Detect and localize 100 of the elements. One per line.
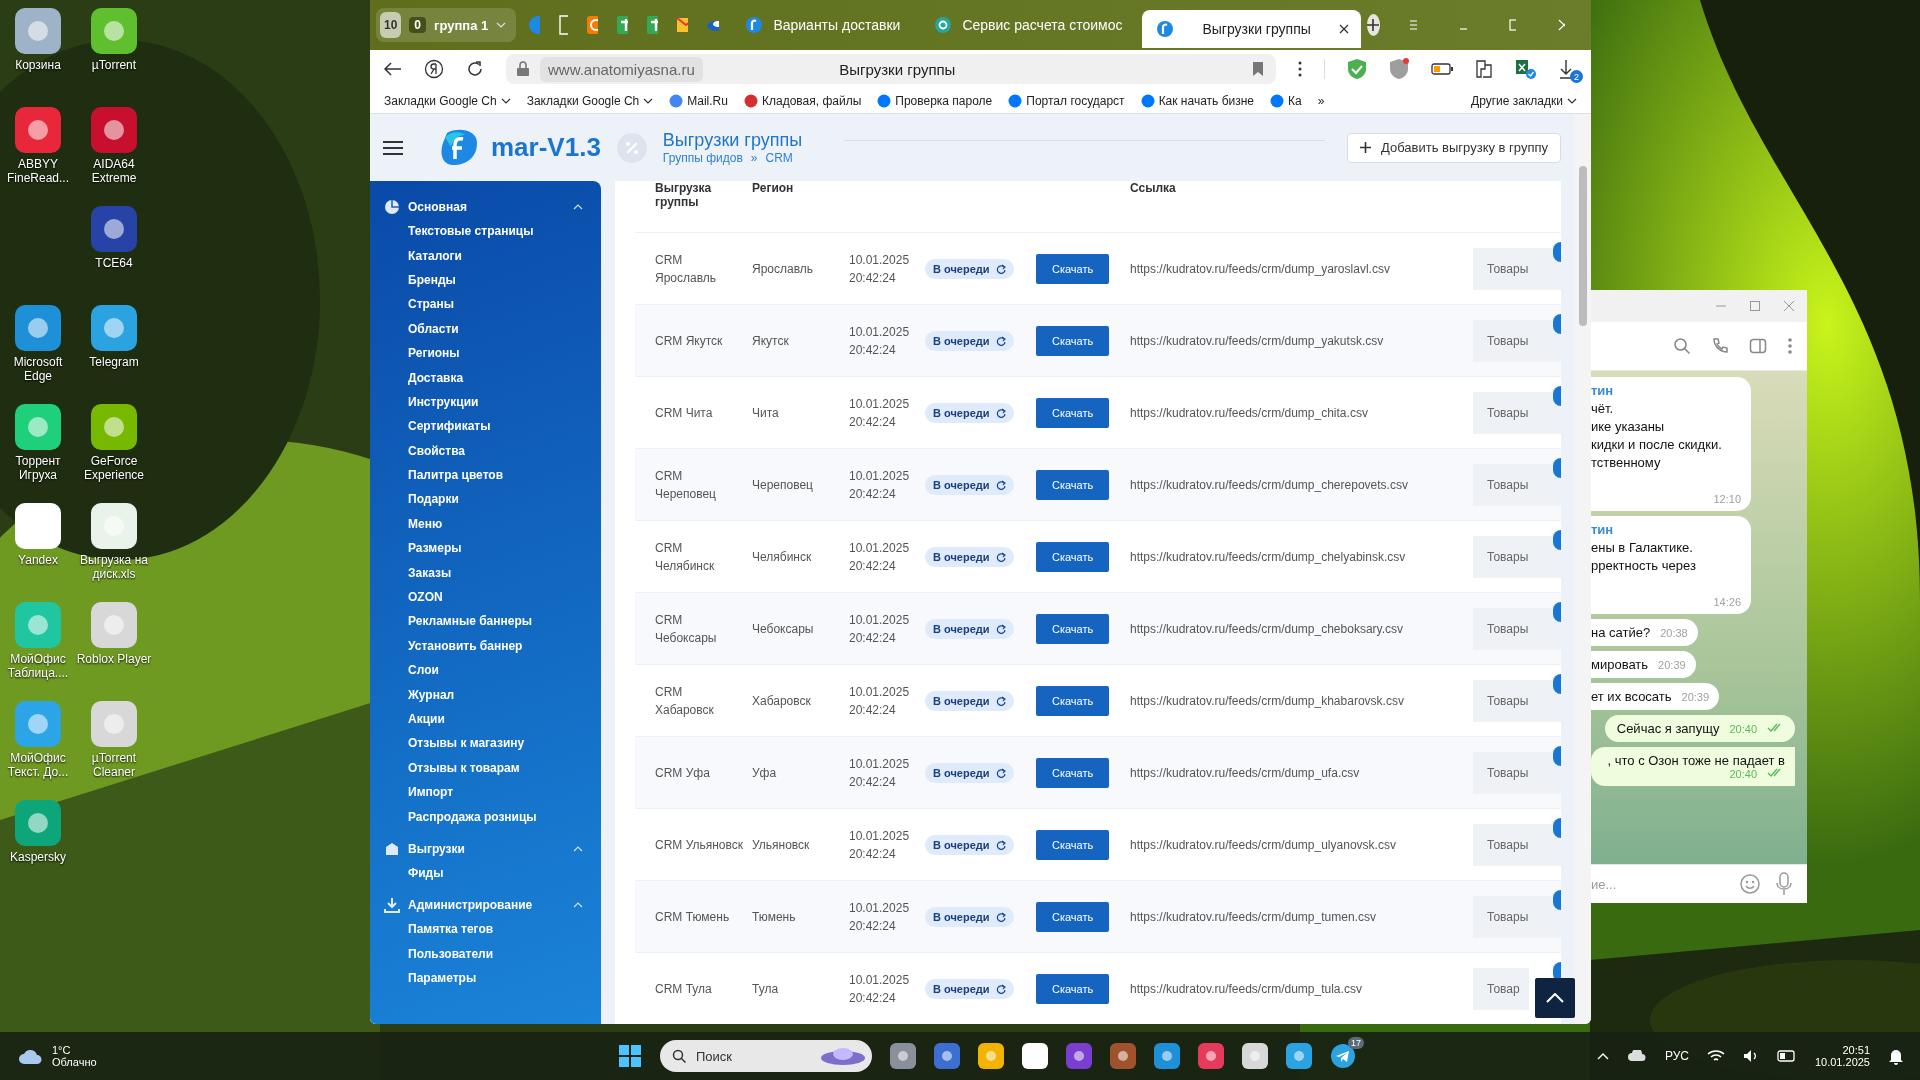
- sidebar-item[interactable]: Каталоги: [370, 243, 601, 268]
- products-button[interactable]: Товары: [1473, 751, 1561, 794]
- products-button[interactable]: Товары: [1473, 247, 1561, 290]
- products-button[interactable]: Товар: [1473, 967, 1529, 1010]
- status-badge[interactable]: В очереди: [925, 762, 1014, 783]
- download-button[interactable]: Скачать: [1036, 469, 1110, 500]
- products-button[interactable]: Товары: [1473, 823, 1561, 866]
- sidebar-item[interactable]: Отзывы к товарам: [370, 755, 601, 780]
- status-badge[interactable]: В очереди: [925, 546, 1014, 567]
- status-badge[interactable]: В очереди: [925, 906, 1014, 927]
- sidebar-item[interactable]: Страны: [370, 292, 601, 317]
- browser-tab[interactable]: Варианты доставки: [731, 8, 915, 42]
- add-export-button[interactable]: Добавить выгрузку в группу: [1347, 132, 1561, 163]
- language-indicator[interactable]: РУС: [1664, 1049, 1689, 1063]
- icon-label[interactable]: МойОфис Таблица....: [0, 652, 76, 680]
- browser-tab[interactable]: Сервис расчета стоимос: [920, 8, 1137, 42]
- sidebar-item[interactable]: Области: [370, 316, 601, 341]
- products-button[interactable]: Товары: [1473, 895, 1561, 938]
- icon-label[interactable]: МойОфис Текст. До...: [0, 751, 76, 779]
- more-bookmarks-button[interactable]: »: [1317, 93, 1325, 108]
- browser-tab[interactable]: Выгрузки группы: [1142, 10, 1361, 48]
- sidebar-item[interactable]: Бренды: [370, 267, 601, 293]
- icon-label[interactable]: Торрент Игруха: [0, 454, 76, 482]
- sidebar-item[interactable]: Текстовые страницы: [370, 219, 601, 244]
- sidebar-item[interactable]: Акции: [370, 706, 601, 732]
- status-badge[interactable]: В очереди: [925, 474, 1014, 495]
- icon-label[interactable]: ABBYY FineRead...: [0, 157, 76, 185]
- message-field[interactable]: ие...: [1591, 876, 1725, 892]
- bookmark-item[interactable]: Mail.Ru: [669, 93, 728, 108]
- download-button[interactable]: Скачать: [1036, 541, 1110, 572]
- icon-label[interactable]: Roblox Player: [76, 652, 152, 666]
- download-button[interactable]: Скачать: [1036, 685, 1110, 716]
- sidebar-item[interactable]: Сертификаты: [370, 414, 601, 439]
- download-button[interactable]: Скачать: [1036, 613, 1110, 644]
- bookmark-item[interactable]: Портал государст: [1008, 93, 1125, 108]
- icon-label[interactable]: Корзина: [15, 58, 61, 72]
- sidebar-item[interactable]: Пользователи: [370, 941, 601, 966]
- sidebar-item[interactable]: Заказы: [370, 560, 601, 585]
- breadcrumb-link[interactable]: Группы фидов: [662, 151, 743, 165]
- search-field[interactable]: Поиск: [660, 1040, 872, 1072]
- breadcrumb-link[interactable]: CRM: [765, 151, 793, 165]
- download-button[interactable]: Скачать: [1036, 325, 1110, 356]
- other-bookmarks-button[interactable]: Другие закладки: [1471, 93, 1577, 108]
- clock-time[interactable]: 20:51: [1842, 1044, 1870, 1056]
- status-badge[interactable]: В очереди: [925, 258, 1014, 279]
- address-bar[interactable]: www.anatomiyasna.ru Выгрузки группы: [506, 54, 1276, 84]
- icon-label[interactable]: GeForce Experience: [76, 454, 152, 482]
- sidebar-item[interactable]: Отзывы к магазину: [370, 731, 601, 756]
- sidebar-item[interactable]: Меню: [370, 511, 601, 537]
- icon-label[interactable]: TCE64: [95, 256, 133, 270]
- download-button[interactable]: Скачать: [1036, 829, 1110, 860]
- sidebar-item[interactable]: Слои: [370, 658, 601, 683]
- sidebar-section[interactable]: Основная: [370, 195, 601, 219]
- sidebar-item[interactable]: Параметры: [370, 965, 601, 991]
- sidebar-item[interactable]: Установить баннер: [370, 633, 601, 659]
- icon-label[interactable]: Yandex: [18, 553, 58, 567]
- sidebar-section[interactable]: Выгрузки: [370, 836, 601, 861]
- download-button[interactable]: Скачать: [1036, 973, 1110, 1004]
- products-button[interactable]: Товары: [1473, 391, 1561, 434]
- sidebar-item[interactable]: Подарки: [370, 487, 601, 512]
- sidebar-item[interactable]: Журнал: [370, 682, 601, 707]
- status-badge[interactable]: В очереди: [925, 330, 1014, 351]
- icon-label[interactable]: Microsoft Edge: [0, 355, 76, 383]
- tab-group[interactable]: 10 0 группа 1: [376, 8, 517, 42]
- sidebar-item[interactable]: Регионы: [370, 340, 601, 366]
- status-badge[interactable]: В очереди: [925, 978, 1014, 999]
- bookmark-item[interactable]: Кладовая, файлы: [743, 93, 862, 108]
- icon-label[interactable]: µTorrent Cleaner: [76, 751, 152, 779]
- sidebar-item[interactable]: Свойства: [370, 438, 601, 463]
- status-badge[interactable]: В очереди: [925, 690, 1014, 711]
- products-button[interactable]: Товары: [1473, 679, 1561, 722]
- icon-label[interactable]: Выгрузка на диск.xls: [76, 553, 152, 581]
- clock-date[interactable]: 10.01.2025: [1814, 1056, 1870, 1068]
- bookmark-item[interactable]: Проверка пароле: [877, 93, 993, 108]
- icon-label[interactable]: AIDA64 Extreme: [76, 157, 152, 185]
- icon-label[interactable]: Kaspersky: [10, 850, 66, 864]
- sidebar-item[interactable]: OZON: [370, 584, 601, 610]
- status-badge[interactable]: В очереди: [925, 618, 1014, 639]
- sidebar-item[interactable]: Рекламные баннеры: [370, 609, 601, 634]
- products-button[interactable]: Товары: [1473, 607, 1561, 650]
- icon-label[interactable]: µTorrent: [91, 58, 137, 72]
- icon-label[interactable]: Telegram: [89, 355, 139, 369]
- sidebar-item[interactable]: Доставка: [370, 365, 601, 390]
- products-button[interactable]: Товары: [1473, 319, 1561, 362]
- download-button[interactable]: Скачать: [1036, 901, 1110, 932]
- sidebar-item[interactable]: Инструкции: [370, 389, 601, 415]
- sidebar-item[interactable]: Фиды: [370, 860, 601, 886]
- status-badge[interactable]: В очереди: [925, 834, 1014, 855]
- sidebar-item[interactable]: Палитра цветов: [370, 462, 601, 488]
- sidebar-item[interactable]: Распродажа розницы: [370, 804, 601, 829]
- bookmark-item[interactable]: Как начать бизне: [1140, 93, 1255, 108]
- sidebar-item[interactable]: Памятка тегов: [370, 917, 601, 942]
- download-button[interactable]: Скачать: [1036, 253, 1110, 284]
- sidebar-item[interactable]: Импорт: [370, 780, 601, 805]
- download-button[interactable]: Скачать: [1036, 757, 1110, 788]
- download-button[interactable]: Скачать: [1036, 397, 1110, 428]
- status-badge[interactable]: В очереди: [925, 402, 1014, 423]
- products-button[interactable]: Товары: [1473, 535, 1561, 578]
- sidebar-item[interactable]: Размеры: [370, 536, 601, 561]
- sidebar-section[interactable]: Администрирование: [370, 893, 601, 918]
